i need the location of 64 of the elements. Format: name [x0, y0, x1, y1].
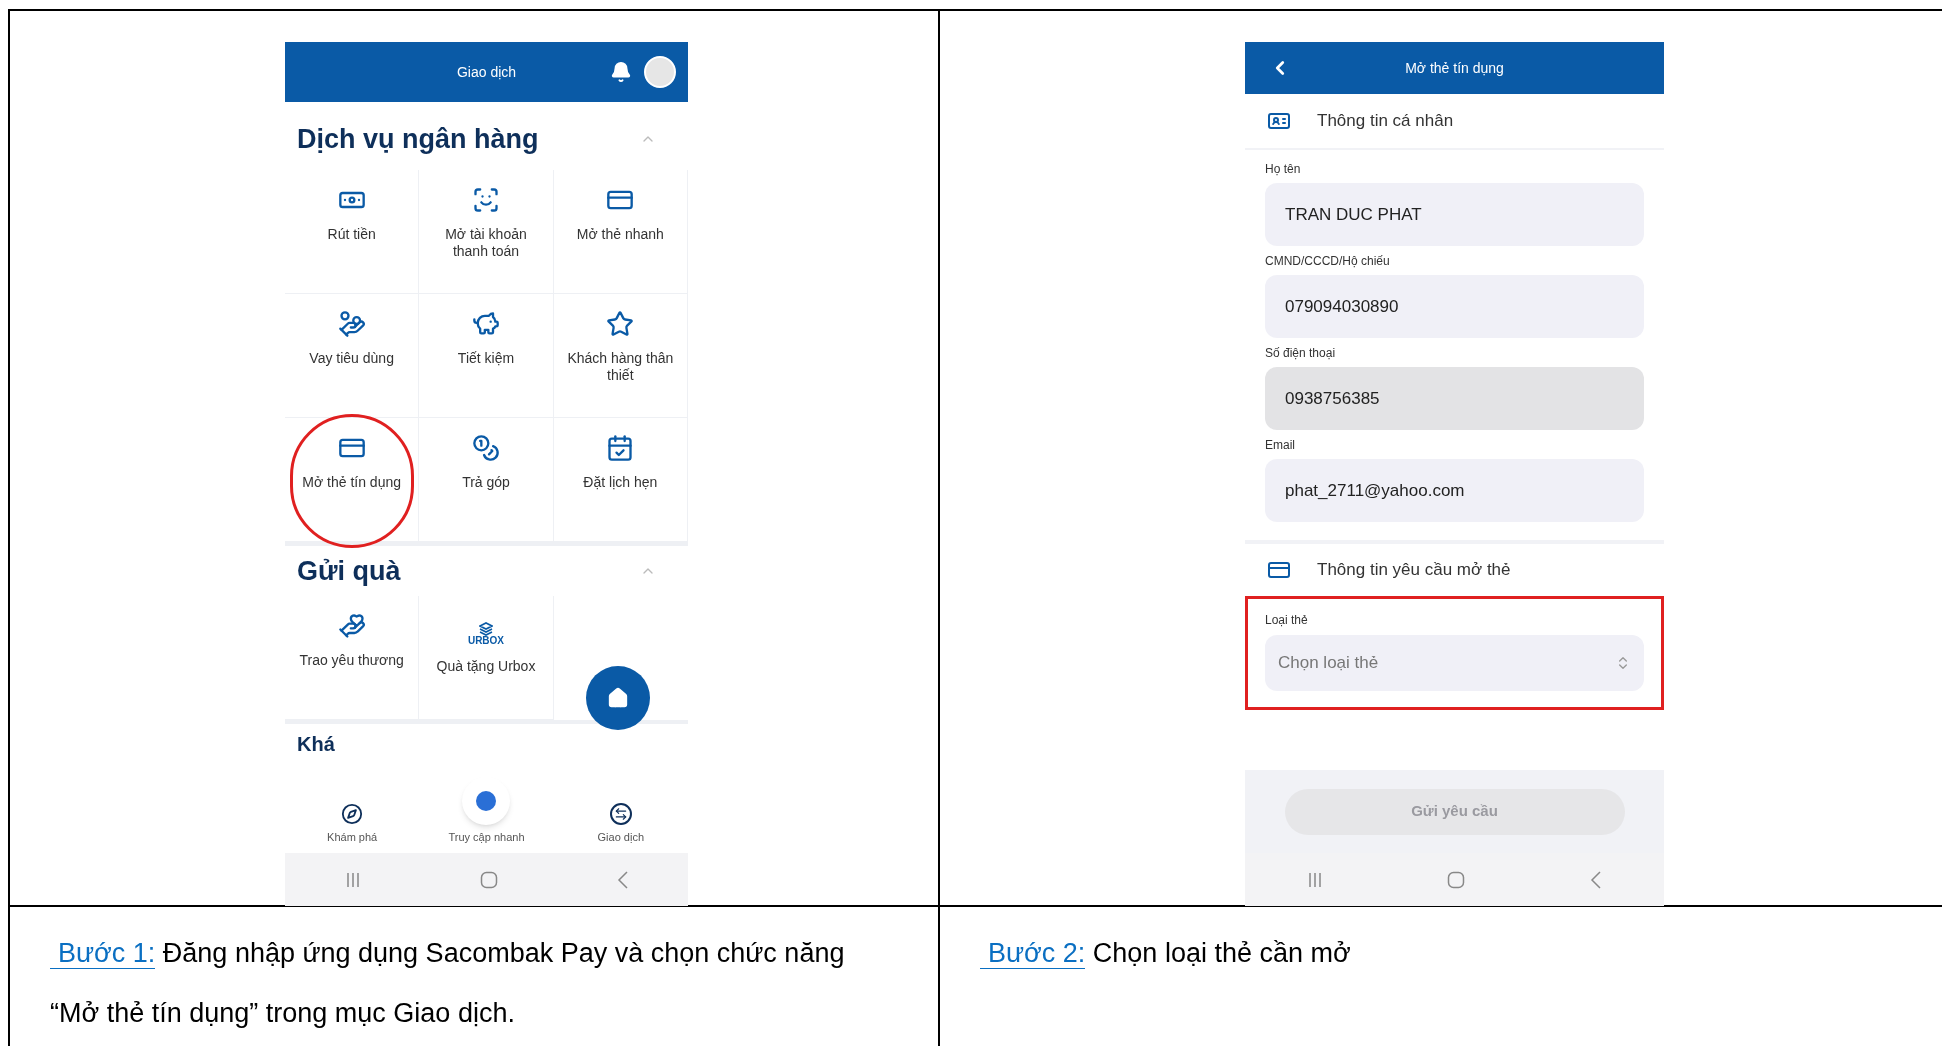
- header-title: Mở thẻ tín dụng: [1404, 58, 1505, 78]
- stacked-logo-icon: [479, 622, 493, 636]
- tile-label: Rút tiền: [326, 226, 377, 243]
- avatar[interactable]: [644, 56, 676, 88]
- select-field[interactable]: Chọn loại thẻ: [1265, 635, 1644, 691]
- input-field[interactable]: phat_2711@yahoo.com: [1265, 459, 1644, 522]
- field-label: Họ tên: [1265, 161, 1302, 178]
- section-title: Gửi quà: [297, 554, 401, 588]
- service-tile[interactable]: Đặt lịch hẹn: [553, 418, 688, 542]
- tile-label: Mở thẻ tín dụng: [301, 474, 402, 491]
- recent-apps-icon[interactable]: [344, 871, 361, 888]
- nav-label: Truy cập nhanh: [448, 829, 525, 845]
- coins-icon: [472, 434, 500, 462]
- calendar-icon: [606, 434, 635, 462]
- service-tile[interactable]: URBOX Quà tặng Urbox: [419, 596, 554, 720]
- back-icon[interactable]: [1589, 870, 1602, 889]
- step-link[interactable]: Bước 2:: [980, 938, 1086, 969]
- step-link[interactable]: Bước 1:: [50, 938, 156, 969]
- input-field[interactable]: 079094030890: [1265, 275, 1644, 338]
- tile-label: Tiết kiệm: [456, 350, 516, 367]
- service-tile[interactable]: Khách hàng thân thiết: [553, 294, 688, 418]
- tile-label: Trao yêu thương: [298, 652, 405, 669]
- nav-tab[interactable]: Truy cập nhanh: [431, 776, 542, 845]
- tile-label: Đặt lịch hẹn: [582, 474, 659, 491]
- tile-label: Vay tiêu dùng: [308, 350, 395, 367]
- header-title: Giao dịch: [455, 62, 518, 82]
- service-tile[interactable]: Rút tiền: [285, 170, 420, 294]
- field-label: Email: [1265, 437, 1296, 454]
- section-title: Thông tin yêu cầu mở thẻ: [1317, 559, 1511, 582]
- tile-label: Quà tặng Urbox: [435, 658, 537, 675]
- nav-label: Giao dịch: [597, 829, 645, 845]
- notification-icon[interactable]: [610, 61, 632, 83]
- star-icon: [606, 310, 635, 338]
- field-label: Loại thẻ: [1265, 612, 1309, 629]
- section-title: Dịch vụ ngân hàng: [297, 122, 539, 156]
- service-tile[interactable]: Mở thẻ nhanh: [553, 170, 688, 294]
- tile-label: Khách hàng thân thiết: [566, 350, 675, 384]
- field-label: Số điện thoại: [1265, 345, 1337, 362]
- service-tile[interactable]: Trả góp: [419, 418, 554, 542]
- recent-apps-icon[interactable]: [1307, 871, 1324, 888]
- logo-text: URBOX: [467, 636, 505, 646]
- nav-tab[interactable]: Giao dịch: [565, 802, 676, 845]
- service-tile[interactable]: Vay tiêu dùng: [285, 294, 420, 418]
- section-title: Khá: [297, 733, 335, 755]
- gift-hand-icon: [337, 612, 366, 640]
- step-caption: Bước 1: Đăng nhập ứng dụng Sacombak Pay và chọn chức năng “Mở thẻ tín dụng” trong mục Giao dịch.: [50, 937, 846, 1030]
- nav-label: Khám phá: [327, 829, 378, 845]
- exchange-icon: [609, 802, 632, 825]
- tile-label: Mở thẻ nhanh: [575, 226, 665, 243]
- step-caption: Bước 2: Chọn loại thẻ cần mở: [980, 923, 1902, 983]
- home-icon: [607, 687, 629, 709]
- service-tile[interactable]: Mở tài khoản thanh toán: [419, 170, 554, 294]
- service-tile[interactable]: Tiết kiệm: [419, 294, 554, 418]
- service-tile[interactable]: Mở thẻ tín dụng: [285, 418, 420, 542]
- piggy-bank-icon: [472, 310, 500, 338]
- nav-tab[interactable]: Khám phá: [297, 802, 408, 845]
- field-label: CMND/CCCD/Hộ chiếu: [1265, 253, 1391, 270]
- tile-label: Mở tài khoản thanh toán: [444, 226, 528, 260]
- compass-icon: [341, 802, 364, 825]
- section-title: Thông tin cá nhân: [1317, 110, 1454, 133]
- input-field[interactable]: TRAN DUC PHAT: [1265, 183, 1644, 246]
- service-tile[interactable]: Trao yêu thương: [285, 596, 420, 720]
- tile-label: Trả góp: [461, 474, 511, 491]
- back-icon[interactable]: [616, 870, 629, 889]
